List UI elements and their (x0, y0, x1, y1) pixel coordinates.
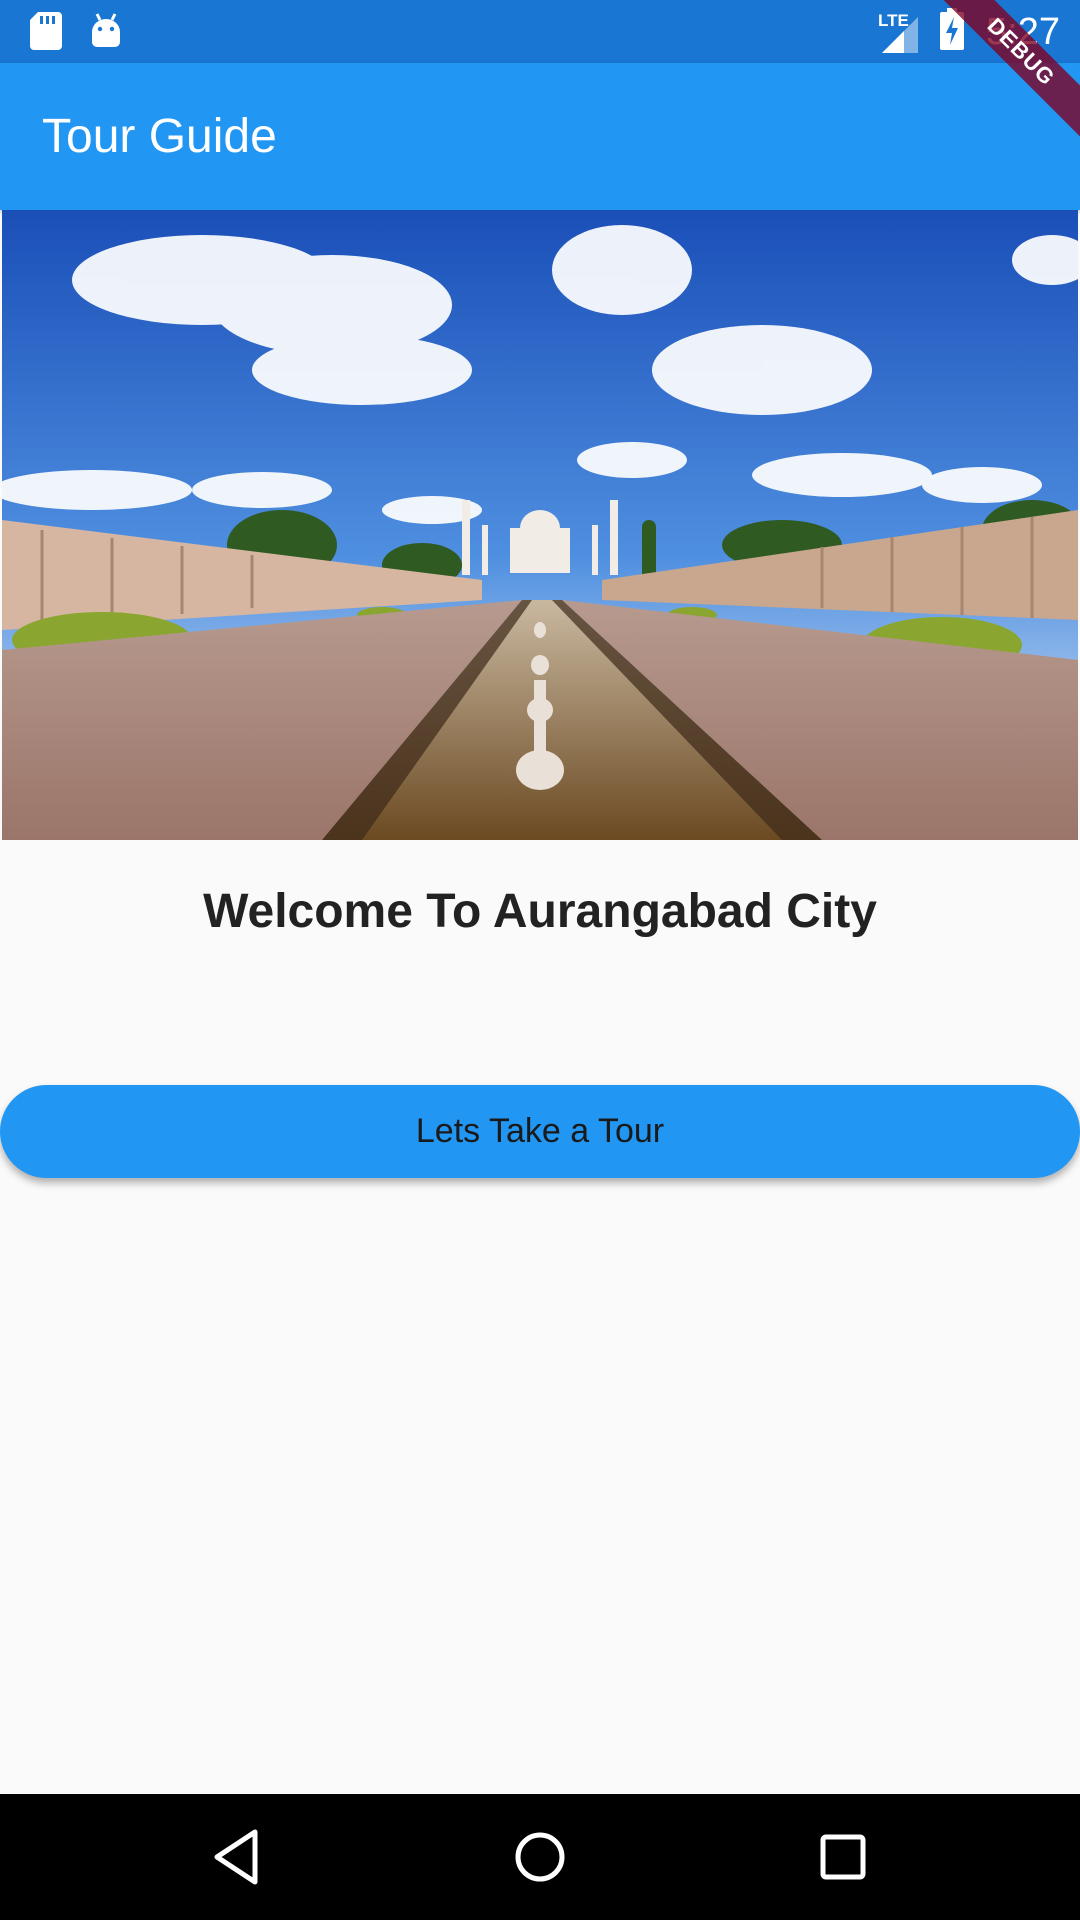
signal-icon: LTE (878, 11, 919, 53)
back-icon[interactable] (205, 1824, 271, 1890)
welcome-heading: Welcome To Aurangabad City (203, 885, 877, 938)
lets-take-a-tour-button[interactable]: Lets Take a Tour (0, 1085, 1080, 1178)
status-time: 5:27 (986, 10, 1060, 53)
status-bar: LTE 5:27 (0, 0, 1080, 63)
battery-charging-icon (940, 8, 965, 55)
sd-card-icon (30, 12, 62, 55)
app-bar: Tour Guide (0, 63, 1080, 210)
home-icon[interactable] (507, 1824, 573, 1890)
recents-icon[interactable] (810, 1824, 876, 1890)
hero-image (2, 210, 1078, 840)
navigation-bar (0, 1794, 1080, 1920)
app-title: Tour Guide (42, 110, 277, 163)
android-icon (90, 12, 122, 55)
